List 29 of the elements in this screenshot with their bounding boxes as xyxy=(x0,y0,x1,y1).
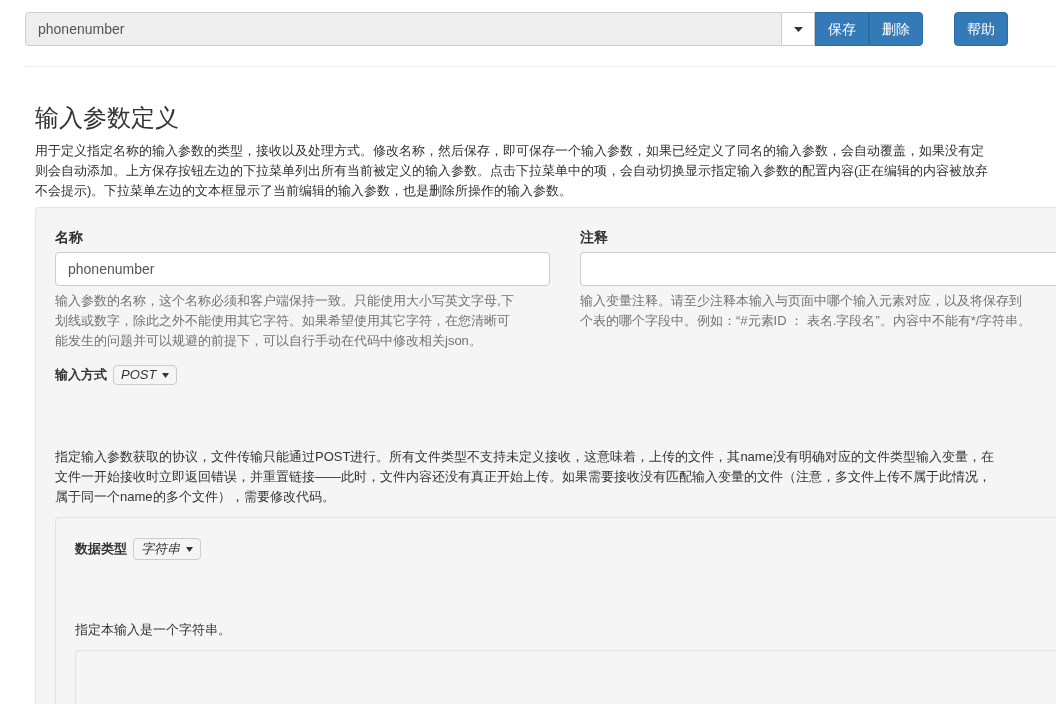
description-line: 不会提示)。下拉菜单左边的文本框显示了当前编辑的输入参数，也是删除所操作的输入参数。 xyxy=(35,182,573,200)
caret-icon xyxy=(186,546,193,552)
description-line: 属于同一个name的多个文件），需要修改代码。 xyxy=(55,488,335,506)
field-label: 名称 xyxy=(55,228,83,247)
field-label: 数据类型 xyxy=(75,540,127,559)
description-line: 用于定义指定名称的输入参数的类型，接收以及处理方式。修改名称，然后保存，即可保存一个输入参数，如果已经定义了同名的输入参数，会自动覆盖，如果没有定 xyxy=(35,142,984,160)
description-line: 则会自动添加。上方保存按钮左边的下拉菜单列出所有当前被定义的输入参数。点击下拉菜单中的项，会自动切换显示指定输入参数的配置内容(正在编辑的内容被放弃 xyxy=(35,162,989,180)
help-text: 个表的哪个字段中。例如：“#元素ID ： 表名.字段名”。内容中不能有*/字符串。 xyxy=(580,312,1032,330)
field-label: 输入方式 xyxy=(55,366,107,385)
field-label: 注释 xyxy=(580,228,608,247)
description-line: 文件一开始接收时立即返回错误，并重置链接——此时，文件内容还没有真正开始上传。如果需要接收没有匹配输入变量的文件（注意，多文件上传不属于此情况， xyxy=(55,468,991,486)
description-text: 指定本输入是一个字符串。 xyxy=(75,621,231,639)
caret-icon xyxy=(162,372,170,378)
page-heading: 输入参数定义 xyxy=(35,103,179,133)
help-text: 输入参数的名称，这个名称必须和客户端保持一致。只能使用大小写英文字母,下 xyxy=(55,292,514,310)
toolbar-button[interactable]: 保存 xyxy=(815,12,869,46)
method-select[interactable]: POST xyxy=(113,365,178,385)
type-select[interactable]: 字符串 xyxy=(133,538,201,560)
caret-icon xyxy=(793,26,803,32)
help-text: 划线或数字，除此之外不能使用其它字符。如果希望使用其它字符，在您清晰可 xyxy=(55,312,510,330)
comment-field[interactable] xyxy=(580,252,1056,286)
name-field[interactable]: phonenumber xyxy=(55,252,550,286)
help-button[interactable]: 帮助 xyxy=(954,12,1008,46)
description-line: 指定输入参数获取的协议，文件传输只能通过POST进行。所有文件类型不支持未定义接收，这意味着，上传的文件，其name没有明确对应的文件类型输入变量，在 xyxy=(55,448,994,466)
help-text: 能发生的问题并可以规避的前提下，可以自行手动在代码中修改相关json。 xyxy=(55,332,482,350)
name-select-field[interactable]: phonenumber xyxy=(25,12,782,46)
help-text: 输入变量注释。请至少注释本输入与页面中哪个输入元素对应，以及将保存到 xyxy=(580,292,1022,310)
dropdown-button[interactable] xyxy=(782,12,815,46)
toolbar-button[interactable]: 删除 xyxy=(869,12,923,46)
